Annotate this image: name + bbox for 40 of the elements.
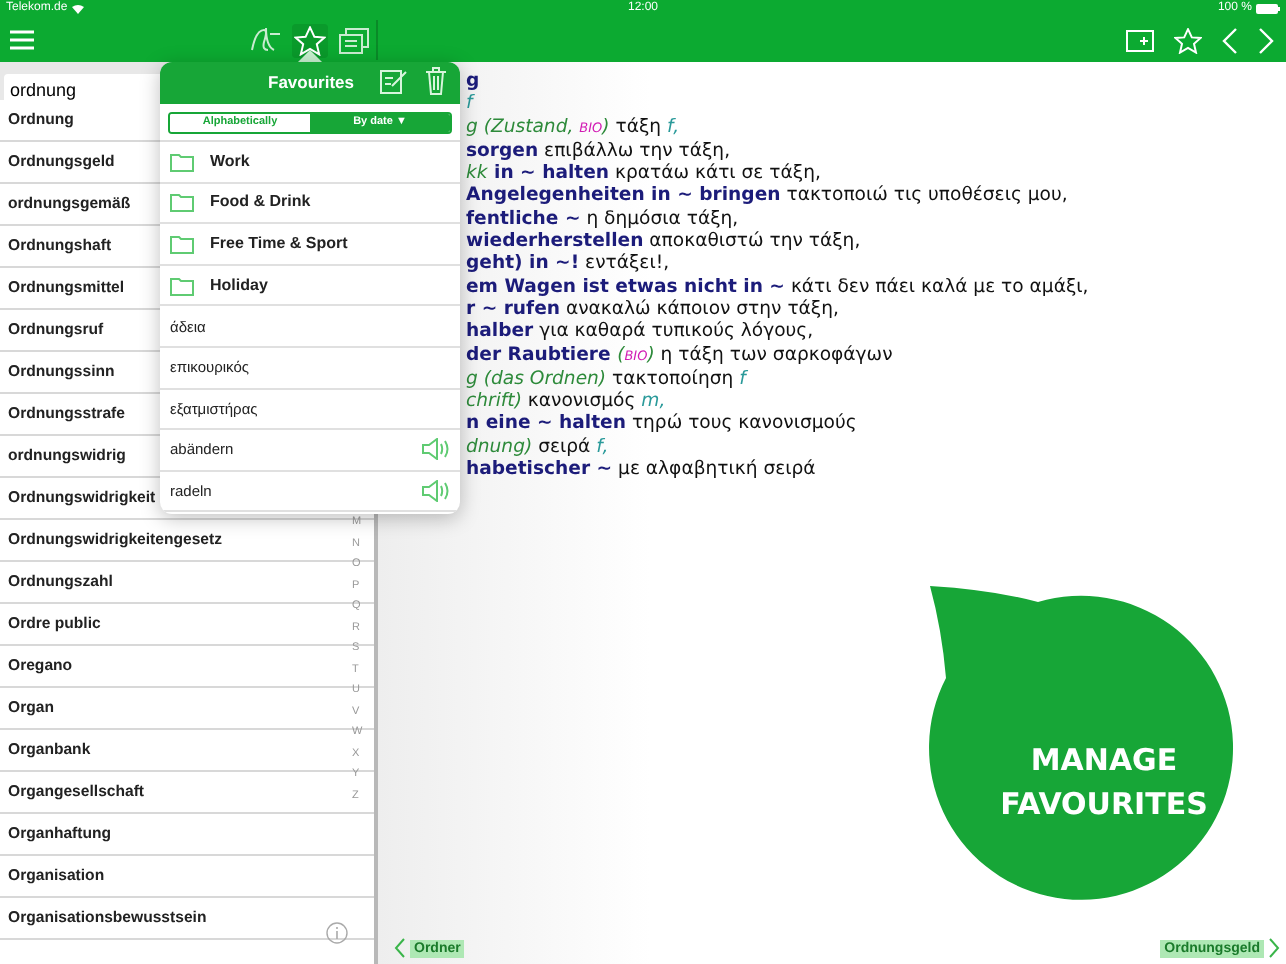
folder-name[interactable]: Free Time & Sport: [210, 231, 348, 256]
entry-line: habetischer ~ με αλφαβητική σειρά: [466, 458, 818, 481]
entry-line: geht) in ~! εντάξει!,: [466, 252, 672, 276]
folder-icon: [170, 151, 194, 172]
entry-line: n eine ~ halten τηρώ τους κανονισμούς: [466, 412, 859, 436]
wifi-icon: [71, 4, 84, 14]
folder-name[interactable]: Food & Drink: [210, 190, 311, 215]
trash-icon[interactable]: [426, 66, 446, 96]
entry-line: kk in ~ halten κρατάω κάτι σε τάξη,: [466, 162, 823, 185]
popover-title: Favourites: [268, 70, 354, 96]
entry-line: dnung) σειρά f,: [466, 435, 611, 459]
entry-line: Angelegenheiten in ~ bringen τακτοποιώ τις υποθέσεις μου,: [466, 184, 1070, 208]
forward-icon[interactable]: [1268, 938, 1280, 958]
battery-icon: [1255, 4, 1280, 14]
entry-line: chrift) κανονισμός m,: [466, 390, 668, 413]
star-icon[interactable]: [1174, 27, 1202, 53]
star-icon[interactable]: [292, 23, 328, 57]
folder-icon: [170, 192, 194, 213]
entry-line: g: [466, 70, 482, 93]
entry-line: wiederherstellen αποκαθιστώ την τάξη,: [466, 230, 863, 253]
entry-line: g (das Ordnen) τακτοποίηση f: [466, 367, 750, 391]
folder-icon: [170, 275, 194, 296]
entry-line: sorgen επιβάλλω την τάξη,: [466, 139, 733, 163]
speaker-icon[interactable]: [422, 438, 450, 461]
add-tab-icon[interactable]: [1126, 29, 1154, 51]
cards-icon[interactable]: [336, 25, 372, 55]
entry-line: em Wagen ist etwas nicht in ~ κάτι δεν πάει καλά με το αμάξι,: [466, 275, 1089, 298]
folder-name[interactable]: Holiday: [210, 273, 268, 298]
speaker-icon[interactable]: [422, 480, 450, 503]
script-letter-icon[interactable]: [248, 24, 284, 56]
entry-line: r ~ rufen ανακαλώ κάποιον στην τάξη,: [466, 297, 841, 321]
info-icon[interactable]: [326, 922, 348, 944]
back-icon[interactable]: [394, 938, 406, 958]
folder-icon: [170, 233, 194, 254]
entry-line: halber για καθαρά τυπικούς λόγους,: [466, 320, 816, 344]
folder-name[interactable]: Work: [210, 149, 250, 174]
entry-line: fentliche ~ η δημόσια τάξη,: [466, 207, 741, 231]
entry-line: f: [466, 92, 477, 116]
edit-icon[interactable]: [380, 68, 408, 94]
menu-icon[interactable]: [10, 30, 34, 50]
